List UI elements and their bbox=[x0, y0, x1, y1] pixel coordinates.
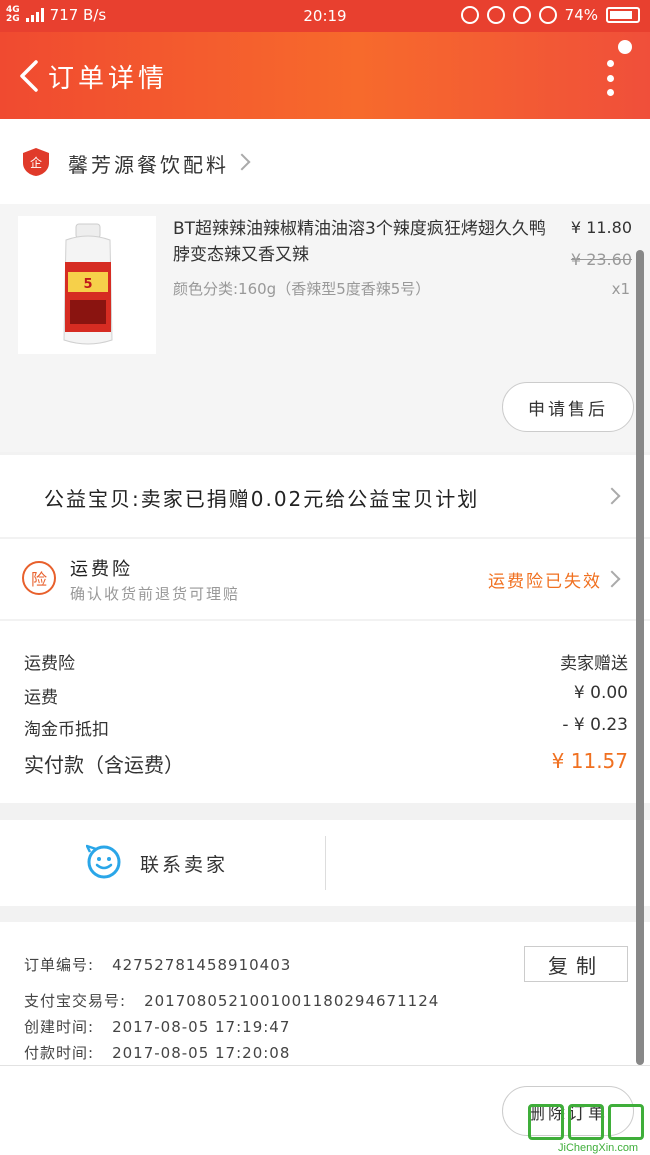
after-sale-button[interactable]: 申请售后 bbox=[502, 382, 634, 432]
status-bar: 4G 2G 717 B/s 20:19 74% bbox=[0, 0, 650, 32]
watermark-logo: JiChengXin.com bbox=[528, 1104, 644, 1154]
paid-time: 2017-08-05 17:20:08 bbox=[112, 1044, 291, 1062]
created-time-row: 创建时间: 2017-08-05 17:19:47 bbox=[24, 1016, 290, 1037]
watermark-glyph-icon bbox=[608, 1104, 644, 1140]
fee-row: 运费险 卖家赠送 bbox=[24, 649, 628, 674]
charity-row[interactable]: 公益宝贝:卖家已捐赠0.02元给公益宝贝计划 bbox=[0, 455, 650, 537]
product-sku: 颜色分类:160g（香辣型5度香辣5号） bbox=[173, 280, 431, 298]
paid-time-row: 付款时间: 2017-08-05 17:20:08 bbox=[24, 1042, 290, 1063]
fee-label: 淘金币抵扣 bbox=[24, 720, 109, 740]
watermark-text: JiChengXin.com bbox=[558, 1142, 639, 1154]
fee-row: 运费 ¥ 0.00 bbox=[24, 683, 628, 708]
divider bbox=[325, 836, 326, 890]
total-label: 实付款（含运费） bbox=[24, 753, 184, 777]
insurance-title: 运费险 bbox=[70, 559, 133, 580]
notification-dot bbox=[618, 40, 632, 54]
chat-bubble-icon[interactable] bbox=[86, 844, 122, 880]
scrollbar[interactable] bbox=[636, 250, 644, 1065]
fee-row: 淘金币抵扣 - ¥ 0.23 bbox=[24, 715, 628, 740]
insurance-icon: 险 bbox=[22, 561, 56, 595]
mute-icon bbox=[460, 6, 479, 24]
insurance-subtitle: 确认收货前退货可理赔 bbox=[70, 585, 241, 603]
order-number-label: 订单编号: bbox=[24, 956, 95, 974]
alipay-label: 支付宝交易号: bbox=[24, 992, 127, 1010]
alipay-row: 支付宝交易号: 2017080521001001180294671124 bbox=[24, 990, 439, 1011]
charity-text: 公益宝贝:卖家已捐赠0.02元给公益宝贝计划 bbox=[44, 487, 480, 511]
product-image[interactable]: 5 bbox=[18, 216, 156, 354]
chevron-left-icon bbox=[20, 60, 38, 92]
watermark-glyph-icon bbox=[528, 1104, 564, 1140]
order-number-row: 订单编号: 42752781458910403 bbox=[24, 954, 291, 975]
shipping-insurance-row[interactable]: 险 运费险 确认收货前退货可理赔 运费险已失效 bbox=[0, 539, 650, 619]
product-quantity: x1 bbox=[611, 280, 630, 298]
shop-badge-icon: 企 bbox=[23, 148, 49, 176]
status-right: 74% bbox=[460, 6, 640, 24]
fee-label: 运费险 bbox=[24, 654, 75, 674]
order-info: 订单编号: 42752781458910403 支付宝交易号: 2017080521… bbox=[0, 922, 650, 1065]
fee-value: - ¥ 0.23 bbox=[562, 715, 628, 735]
app-header: 订单详情 bbox=[0, 32, 650, 119]
sync-icon bbox=[512, 6, 531, 24]
copy-button[interactable]: 复制 bbox=[524, 946, 628, 982]
fee-value: 卖家赠送 bbox=[560, 654, 628, 674]
back-button[interactable] bbox=[12, 56, 52, 96]
battery-percent: 74% bbox=[564, 6, 598, 24]
more-dot-icon bbox=[606, 60, 614, 67]
created-time: 2017-08-05 17:19:47 bbox=[112, 1018, 291, 1036]
page-title: 订单详情 bbox=[48, 64, 169, 94]
more-dot-icon bbox=[606, 89, 614, 96]
battery-icon bbox=[606, 7, 640, 23]
chevron-right-icon bbox=[233, 153, 251, 171]
product-original-price: ¥ 23.60 bbox=[570, 250, 632, 269]
alarm-icon bbox=[538, 6, 557, 24]
fee-value: ¥ 0.00 bbox=[573, 683, 628, 703]
watermark-glyph-icon bbox=[568, 1104, 604, 1140]
product-price: ¥ 11.80 bbox=[570, 218, 632, 237]
contact-seller-button[interactable]: 联系卖家 bbox=[140, 850, 228, 877]
chevron-right-icon bbox=[603, 487, 621, 505]
insurance-status: 运费险已失效 bbox=[488, 572, 602, 592]
shop-row[interactable]: 企 馨芳源餐饮配料 bbox=[0, 119, 650, 204]
paid-time-label: 付款时间: bbox=[24, 1044, 95, 1062]
svg-text:企: 企 bbox=[30, 155, 42, 170]
more-menu-button[interactable] bbox=[604, 60, 616, 96]
shop-name: 馨芳源餐饮配料 bbox=[68, 153, 229, 177]
total-value: ¥ 11.57 bbox=[551, 749, 628, 773]
product-title[interactable]: BT超辣辣油辣椒精油油溶3个辣度疯狂烤翅久久鸭脖变态辣又香又辣 bbox=[173, 216, 553, 268]
more-dot-icon bbox=[606, 74, 614, 82]
fee-label: 运费 bbox=[24, 688, 58, 708]
product-bottle-image: 5 bbox=[18, 216, 156, 354]
contact-bar: 联系卖家 bbox=[0, 820, 650, 906]
created-time-label: 创建时间: bbox=[24, 1018, 95, 1036]
alipay-number: 2017080521001001180294671124 bbox=[144, 992, 440, 1010]
product-item[interactable]: 5 BT超辣辣油辣椒精油油溶3个辣度疯狂烤翅久久鸭脖变态辣又香又辣 颜色分类:1… bbox=[0, 204, 650, 452]
svg-text:5: 5 bbox=[83, 277, 92, 292]
rotation-lock-icon bbox=[486, 6, 505, 24]
chevron-right-icon bbox=[603, 570, 621, 588]
order-number: 42752781458910403 bbox=[112, 956, 292, 974]
fee-summary: 运费险 卖家赠送 运费 ¥ 0.00 淘金币抵扣 - ¥ 0.23 实付款（含运… bbox=[0, 621, 650, 803]
total-row: 实付款（含运费） ¥ 11.57 bbox=[24, 749, 628, 778]
